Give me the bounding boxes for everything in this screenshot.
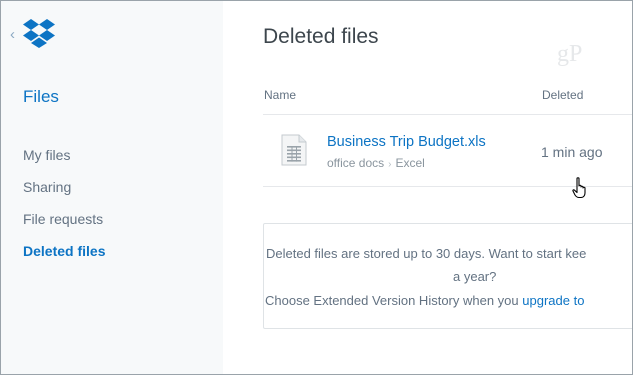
info-box: Deleted files are stored up to 30 days. … (263, 223, 632, 329)
watermark-logo: gP (557, 41, 582, 67)
main-content: Deleted files gP Name Deleted Business T… (223, 1, 632, 374)
column-header-deleted[interactable]: Deleted (542, 88, 583, 102)
sidebar-section-title[interactable]: Files (23, 87, 59, 107)
spreadsheet-file-icon (281, 134, 307, 166)
path-chevron-icon: › (388, 159, 392, 170)
sidebar-nav: My files Sharing File requests Deleted f… (23, 145, 105, 273)
window: ‹ Files My files Sharing File requests D… (0, 0, 633, 375)
path-segment[interactable]: Excel (396, 156, 425, 170)
info-text-line1: Deleted files are stored up to 30 days. … (266, 246, 587, 261)
hand-pointer-cursor (572, 177, 586, 199)
info-text-line3: Choose Extended Version History when you… (265, 293, 584, 308)
table-row[interactable]: Business Trip Budget.xls office docs › Exc… (263, 115, 632, 186)
watermark-text: gP (557, 41, 582, 67)
deleted-time: 1 min ago (541, 144, 603, 160)
back-chevron-icon[interactable]: ‹ (10, 27, 15, 42)
page-title: Deleted files (263, 25, 379, 48)
sidebar-item-file-requests[interactable]: File requests (23, 209, 105, 241)
file-path: office docs › Excel (327, 156, 425, 170)
info-text-prefix: Choose Extended Version History when you (265, 293, 523, 308)
sidebar-item-deleted-files[interactable]: Deleted files (23, 241, 105, 273)
sidebar: ‹ Files My files Sharing File requests D… (1, 1, 223, 374)
upgrade-link[interactable]: upgrade to (522, 293, 584, 308)
dropbox-logo[interactable] (23, 17, 55, 49)
sidebar-item-sharing[interactable]: Sharing (23, 177, 105, 209)
column-header-name[interactable]: Name (264, 88, 296, 102)
file-name-link[interactable]: Business Trip Budget.xls (327, 134, 486, 150)
info-text-line2: a year? (453, 269, 497, 284)
path-segment[interactable]: office docs (327, 156, 384, 170)
sidebar-item-my-files[interactable]: My files (23, 145, 105, 177)
